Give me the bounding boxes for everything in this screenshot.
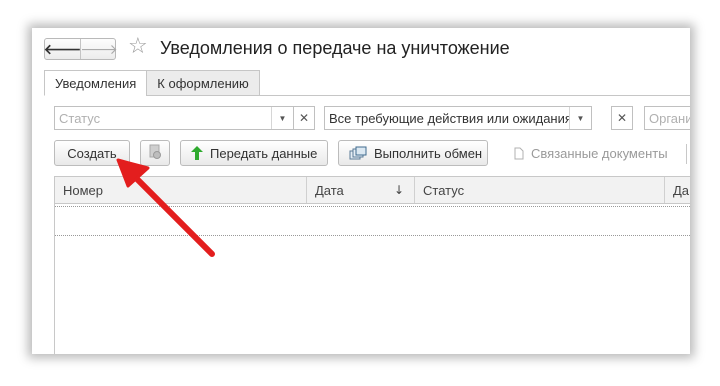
annotation-arrow <box>116 158 215 257</box>
